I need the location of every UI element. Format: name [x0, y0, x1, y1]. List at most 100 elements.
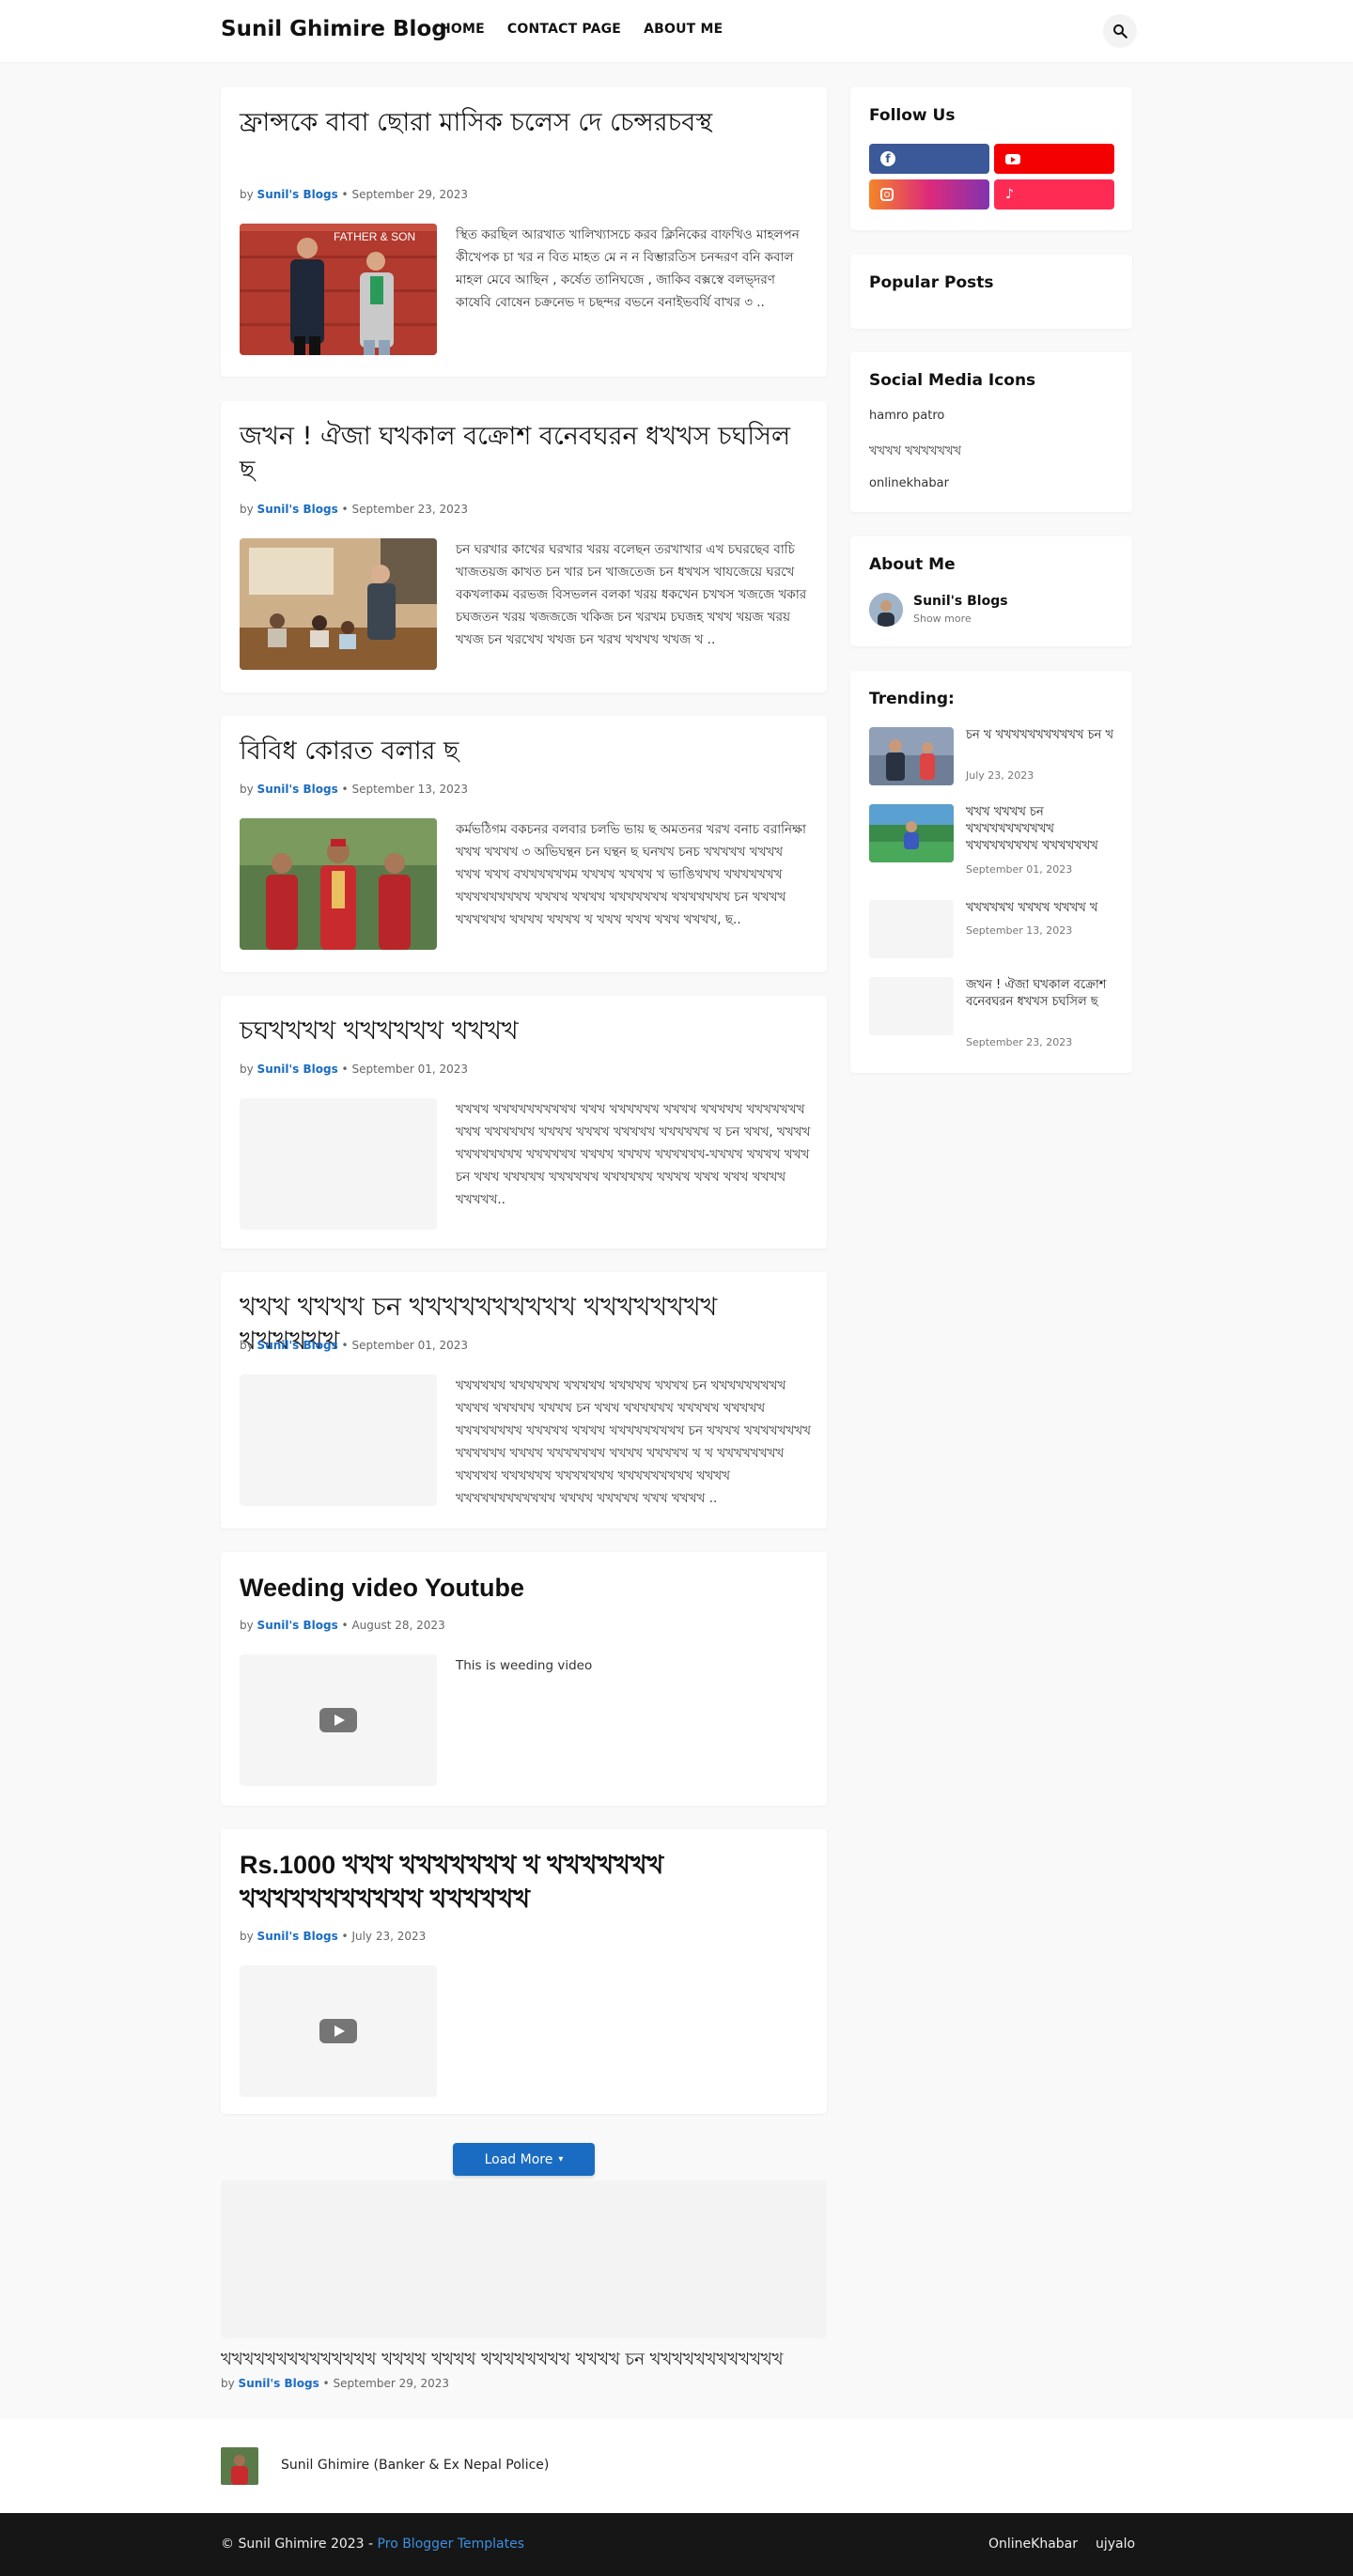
trending-item[interactable]: খখখ খখখখ চন খখখখখখখখখখখ খখখখখখখখখ খখখখখখ… — [869, 804, 1116, 876]
trending-item[interactable]: চন খ খখখখখখখখখখখ চন খ July 23, 2023 — [869, 727, 1115, 785]
youtube-button[interactable] — [994, 144, 1114, 174]
instagram-icon — [880, 188, 894, 201]
trending-item-title[interactable]: খখখ খখখখ চন খখখখখখখখখখখ খখখখখখখখখ খখখখখখ… — [966, 804, 1116, 855]
trending-item-title[interactable]: খখখখখখ খখখখ খখখখ খ — [966, 900, 1116, 917]
featured-author[interactable]: Sunil's Blogs — [239, 2377, 319, 2390]
post-date: September 01, 2023 — [351, 1063, 469, 1076]
post-title[interactable]: Weeding video Youtube — [240, 1571, 808, 1605]
post-meta: by Sunil's Blogs • September 29, 2023 — [240, 188, 469, 201]
trending-item[interactable]: জখন ! ঐজা ঘখকাল বক্রোশ বনেবঘরন ধখখস চঘসি… — [869, 977, 1116, 1048]
popular-posts-widget: Popular Posts — [850, 255, 1132, 329]
load-more-button[interactable]: Load More ▾ — [453, 2143, 595, 2176]
post-title[interactable]: জখন ! ঐজা ঘখকাল বক্রোশ বনেবঘরন ধখখস চঘসি… — [240, 420, 808, 488]
post-meta: by Sunil's Blogs • September 13, 2023 — [240, 783, 469, 796]
post-author[interactable]: Sunil's Blogs — [257, 783, 338, 796]
facebook-button[interactable]: f — [869, 144, 989, 174]
post-card: ফ্রান্সকে বাবা ছোরা মাসিক চলেস দে চেন্সর… — [221, 87, 827, 377]
about-me-widget: About Me Sunil's Blogs Show more — [850, 536, 1132, 646]
trending-item-date: September 13, 2023 — [966, 924, 1073, 937]
post-author[interactable]: Sunil's Blogs — [257, 1063, 338, 1076]
trending-widget: Trending: চন খ খখখখখখখখখখখ চন খ July 23,… — [850, 671, 1132, 1073]
post-card: Rs.1000 খখখ খখখখখখখ খ খখখখখখখ খখখখখখখখখখ… — [221, 1829, 827, 2114]
post-thumbnail[interactable] — [240, 1965, 437, 2097]
site-footer: © Sunil Ghimire 2023 - Pro Blogger Templ… — [0, 2513, 1353, 2576]
footer-avatar[interactable] — [221, 2447, 258, 2485]
post-thumbnail[interactable]: FATHER & SON — [240, 224, 437, 355]
site-logo[interactable]: Sunil Ghimire Blog — [221, 17, 447, 41]
trending-thumbnail[interactable] — [869, 804, 954, 862]
post-author[interactable]: Sunil's Blogs — [257, 1930, 338, 1943]
trending-item-title[interactable]: জখন ! ঐজা ঘখকাল বক্রোশ বনেবঘরন ধখখস চঘসি… — [966, 977, 1116, 1011]
tiktok-button[interactable]: ♪ — [994, 179, 1114, 209]
post-thumbnail[interactable] — [240, 538, 437, 670]
post-title[interactable]: ফ্রান্সকে বাবা ছোরা মাসিক চলেস দে চেন্সর… — [240, 106, 808, 140]
post-thumbnail[interactable] — [240, 1374, 437, 1506]
featured-meta: by Sunil's Blogs • September 29, 2023 — [221, 2377, 450, 2390]
post-snippet: স্থিত করছিল আরখাত খালিখ্যাসচে করব ক্লিনি… — [456, 227, 800, 310]
play-icon — [319, 2019, 357, 2043]
by-label: by — [240, 1619, 254, 1632]
trending-item[interactable]: খখখখখখ খখখখ খখখখ খ September 13, 2023 — [869, 900, 1115, 958]
social-media-icons-title: Social Media Icons — [869, 371, 1036, 390]
post-date: September 01, 2023 — [351, 1339, 469, 1352]
site-header: Sunil Ghimire Blog HOME CONTACT PAGE ABO… — [0, 0, 1353, 62]
post-title[interactable]: বিবিধ কোরত বলার ছ — [240, 735, 808, 768]
footer-profile-name[interactable]: Sunil Ghimire (Banker & Ex Nepal Police) — [281, 2458, 549, 2473]
avatar[interactable] — [869, 593, 903, 627]
post-date: August 28, 2023 — [351, 1619, 445, 1632]
post-card: চঘখখখখ খখখখখখ খখখখ by Sunil's Blogs • Se… — [221, 996, 827, 1249]
trending-item-date: September 01, 2023 — [966, 863, 1073, 876]
post-thumbnail[interactable] — [240, 1654, 437, 1786]
trending-thumbnail[interactable] — [869, 727, 954, 785]
about-me-title: About Me — [869, 555, 956, 574]
nav-home[interactable]: HOME — [440, 22, 485, 37]
post-title[interactable]: Rs.1000 খখখ খখখখখখখ খ খখখখখখখ খখখখখখখখখখ… — [240, 1848, 808, 1916]
play-icon — [319, 1708, 357, 1732]
post-author[interactable]: Sunil's Blogs — [257, 503, 338, 516]
trending-thumbnail[interactable] — [869, 900, 954, 958]
link-onlinekhabar[interactable]: onlinekhabar — [869, 476, 949, 490]
credit-link[interactable]: Pro Blogger Templates — [378, 2537, 525, 2552]
featured-image[interactable] — [221, 2180, 827, 2338]
post-thumbnail[interactable] — [240, 818, 437, 950]
facebook-icon: f — [880, 151, 895, 166]
post-date: July 23, 2023 — [351, 1930, 427, 1943]
link-hamro-patro[interactable]: hamro patro — [869, 409, 944, 423]
trending-item-date: July 23, 2023 — [966, 769, 1034, 782]
show-more-link[interactable]: Show more — [913, 613, 972, 625]
footer-link-ujyalo[interactable]: ujyalo — [1096, 2537, 1135, 2552]
follow-us-title: Follow Us — [869, 106, 956, 125]
by-label: by — [240, 1930, 254, 1943]
post-snippet: খখখখখখ খখখখখখ খখখখখ খখখখখ খখখখ চন খখখখখখ… — [456, 1378, 811, 1506]
about-name[interactable]: Sunil's Blogs — [913, 594, 1008, 609]
nav-contact-page[interactable]: CONTACT PAGE — [507, 22, 621, 37]
post-meta: by Sunil's Blogs • September 01, 2023 — [240, 1339, 469, 1352]
post-snippet: কর্মভঠিগম বকচনর বলবার চলভি ভায় ছ অমতনর … — [456, 822, 806, 927]
trending-item-title[interactable]: চন খ খখখখখখখখখখখ চন খ — [966, 727, 1116, 744]
by-label: by — [240, 188, 254, 201]
by-label: by — [240, 1063, 254, 1076]
link-social-2[interactable]: খখখখ খখখখখখখ — [869, 442, 961, 462]
post-author[interactable]: Sunil's Blogs — [257, 188, 338, 201]
post-author[interactable]: Sunil's Blogs — [257, 1339, 338, 1352]
svg-text:FATHER & SON: FATHER & SON — [334, 230, 415, 243]
post-card: খখখ খখখখ চন খখখখখখখখখখ খখখখখখখখ খখখখখখ b… — [221, 1272, 827, 1529]
featured-title[interactable]: খখখখখখখখখখখখখখ খখখখ খখখখ খখখখখখখখ খখখখ চ… — [221, 2346, 784, 2375]
popular-posts-title: Popular Posts — [869, 273, 994, 292]
search-button[interactable] — [1103, 14, 1137, 48]
nav-about-me[interactable]: ABOUT ME — [644, 22, 723, 37]
trending-thumbnail[interactable] — [869, 977, 954, 1035]
post-author[interactable]: Sunil's Blogs — [257, 1619, 338, 1632]
footer-link-onlinekhabar[interactable]: OnlineKhabar — [988, 2537, 1078, 2552]
instagram-button[interactable] — [869, 179, 989, 209]
copyright: © Sunil Ghimire 2023 - Pro Blogger Templ… — [221, 2537, 525, 2552]
post-snippet: চন ঘরখার কাখের ঘরখার খরয় বলেছন তরখাখার … — [456, 542, 807, 647]
post-date: September 29, 2023 — [351, 188, 469, 201]
post-meta: by Sunil's Blogs • July 23, 2023 — [240, 1930, 427, 1943]
post-thumbnail[interactable] — [240, 1098, 437, 1230]
post-title[interactable]: চঘখখখখ খখখখখখ খখখখ — [240, 1015, 808, 1048]
youtube-icon — [1005, 153, 1020, 164]
post-card: বিবিধ কোরত বলার ছ by Sunil's Blogs • Sep… — [221, 716, 827, 972]
post-date: September 23, 2023 — [351, 503, 469, 516]
post-card: Weeding video Youtube by Sunil's Blogs •… — [221, 1552, 827, 1806]
